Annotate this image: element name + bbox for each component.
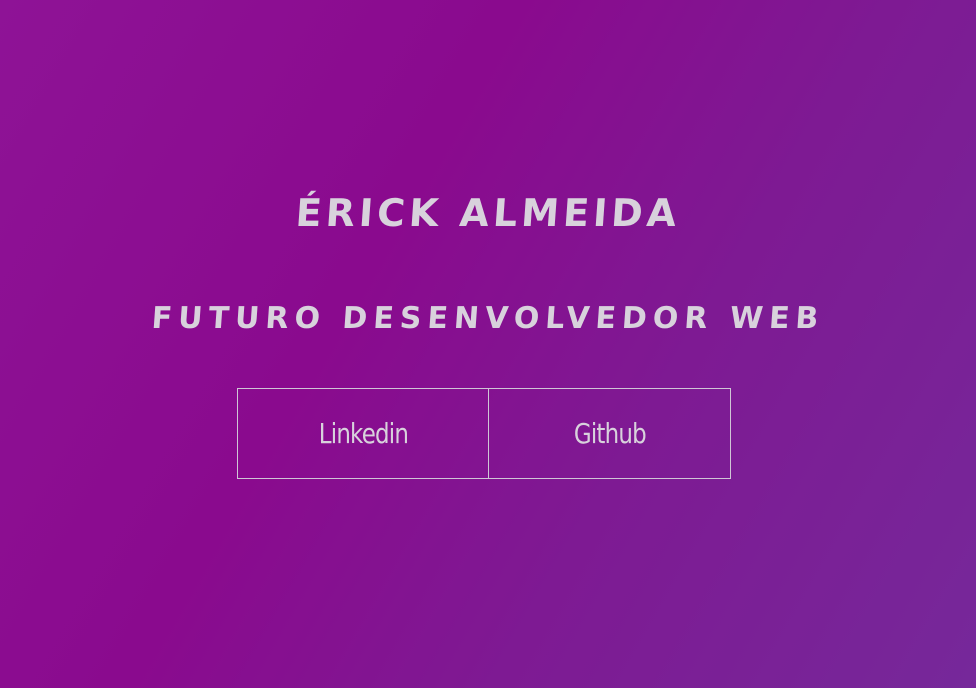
hero-section: ÉRICK ALMEIDA FUTURO DESENVOLVEDOR WEB L… xyxy=(0,0,976,688)
page-title: ÉRICK ALMEIDA xyxy=(294,191,682,235)
subtitle-role: FUTURO DESENVOLVEDOR WEB xyxy=(150,301,826,336)
social-links: Linkedin Github xyxy=(237,388,731,479)
linkedin-label: Linkedin xyxy=(318,417,408,450)
github-button[interactable]: Github xyxy=(489,388,731,479)
github-label: Github xyxy=(573,417,647,450)
linkedin-button[interactable]: Linkedin xyxy=(237,388,489,479)
